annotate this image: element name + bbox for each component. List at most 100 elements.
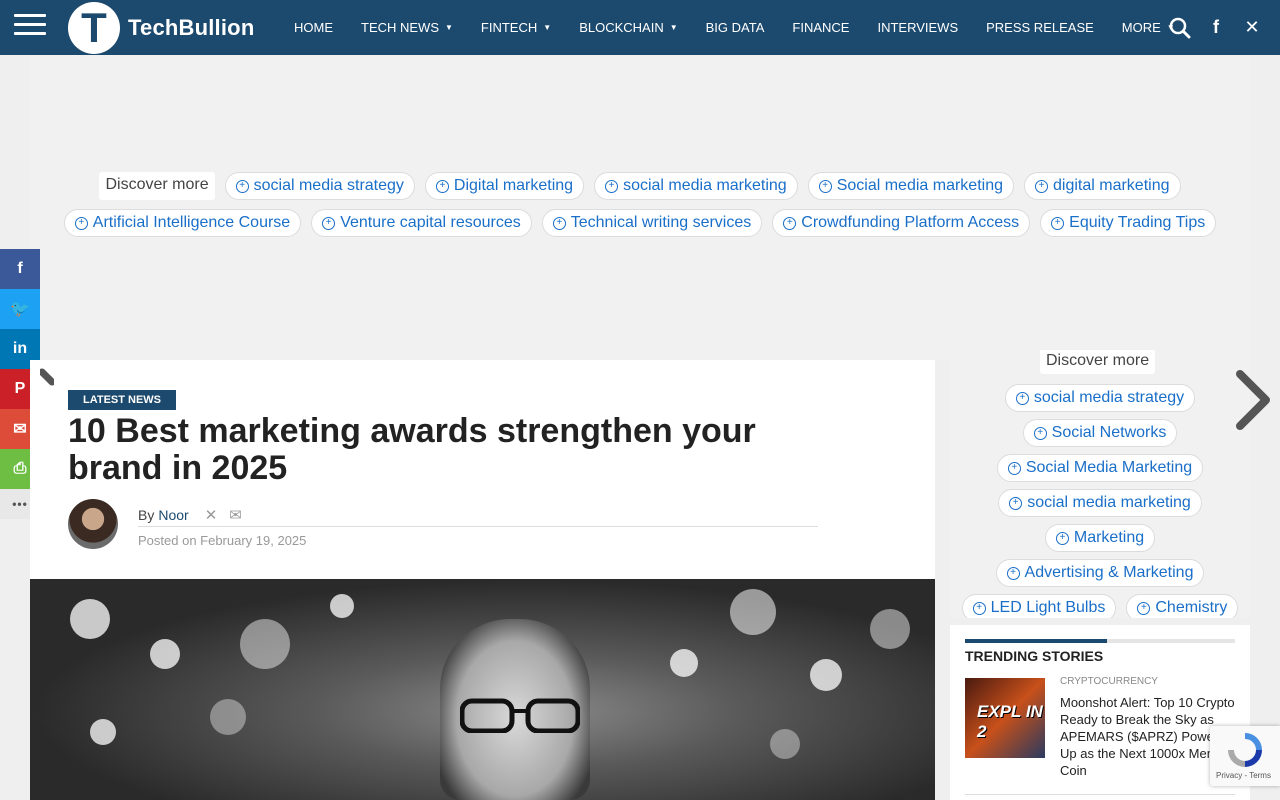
by-label: By (138, 506, 155, 523)
plus-circle-icon: + (1051, 216, 1065, 230)
ad-topic-chip[interactable]: + social media strategy (1004, 384, 1196, 412)
plus-circle-icon: + (972, 601, 986, 615)
chip-label: Social media marketing (836, 177, 1003, 194)
glasses-graphic (460, 698, 580, 733)
chip-label: Digital marketing (453, 177, 574, 194)
ad-topic-chip[interactable]: + Social media marketing (807, 172, 1014, 200)
nav-item-big-data[interactable]: BIG DATA (692, 20, 779, 35)
ad-topic-chip[interactable]: + social media marketing (998, 489, 1202, 517)
chip-label: social media marketing (1027, 494, 1191, 511)
chevron-down-icon: ▼ (543, 23, 552, 32)
email-share-icon[interactable]: ✉ (229, 506, 242, 524)
sidebar-chip-row: + Social Media Marketing (950, 454, 1250, 482)
chevron-down-icon: ▼ (669, 23, 678, 32)
plus-circle-icon: + (818, 179, 832, 193)
chip-label: Chemistry (1155, 599, 1228, 616)
ad-topic-chip[interactable]: + Artificial Intelligence Course (63, 209, 302, 237)
search-icon[interactable] (1162, 17, 1198, 39)
plus-circle-icon: + (435, 179, 449, 193)
trending-thumbnail[interactable]: EXPL IN 2 (965, 678, 1045, 758)
plus-circle-icon: + (322, 216, 336, 230)
chip-label: Social Networks (1051, 424, 1167, 441)
chip-label: social media marketing (623, 177, 787, 194)
nav-item-press-release[interactable]: PRESS RELEASE (972, 20, 1108, 35)
ad-topic-chip[interactable]: + Social Networks (1022, 419, 1178, 447)
sidebar-chip-row: + social media strategy (950, 384, 1250, 412)
ad-topic-chip[interactable]: + LED Light Bulbs (961, 594, 1117, 618)
plus-circle-icon: + (1137, 601, 1151, 615)
ad-topic-chip[interactable]: + Marketing (1044, 524, 1156, 552)
ad-topic-chip[interactable]: + Crowdfunding Platform Access (772, 209, 1031, 237)
ad-chip-row-2: + Artificial Intelligence Course + Venture … (0, 209, 1280, 237)
nav-item-finance[interactable]: FINANCE (778, 20, 863, 35)
ad-topic-chip[interactable]: + Digital marketing (424, 172, 585, 200)
ad-topic-chip[interactable]: + Venture capital resources (311, 209, 532, 237)
nav-item-interviews[interactable]: INTERVIEWS (863, 20, 972, 35)
site-logo[interactable]: T TechBullion (68, 2, 254, 54)
plus-circle-icon: + (74, 216, 88, 230)
next-article-arrow-icon[interactable] (1232, 368, 1272, 432)
trending-underline (965, 639, 1235, 643)
sidebar-chip-row: + Social Networks (950, 419, 1250, 447)
ad-topic-chip[interactable]: + Technical writing services (541, 209, 763, 237)
chip-label: Equity Trading Tips (1069, 214, 1206, 231)
nav-item-tech-news[interactable]: TECH NEWS ▼ (347, 20, 467, 35)
trending-headline[interactable]: Moonshot Alert: Top 10 Crypto Ready to B… (1060, 694, 1235, 779)
logo-text: TechBullion (128, 15, 255, 40)
trending-category[interactable]: CRYPTOCURRENCY (1060, 676, 1158, 687)
ad-topic-chip[interactable]: + social media marketing (594, 172, 798, 200)
byline: By Noor ✕ ✉ (138, 503, 818, 527)
facebook-icon[interactable]: f (1198, 17, 1234, 38)
recaptcha-icon (1228, 733, 1262, 767)
sidebar-chip-row: + Marketing (950, 524, 1250, 552)
trending-heading: TRENDING STORIES (965, 648, 1104, 664)
author-link[interactable]: Noor (158, 507, 188, 523)
chip-label: Technical writing services (570, 214, 752, 231)
ad-topic-chip[interactable]: + social media strategy (224, 172, 415, 200)
chip-label: digital marketing (1053, 177, 1170, 194)
article-card: LATEST NEWS 10 Best marketing awards str… (30, 360, 935, 800)
nav-item-home[interactable]: HOME (280, 20, 347, 35)
author-avatar[interactable] (68, 499, 118, 549)
plus-circle-icon: + (1006, 566, 1020, 580)
nav-item-label: HOME (294, 20, 333, 35)
sidebar-ad: Discover more + social media strategy + Soci… (950, 350, 1250, 618)
nav-item-label: MORE (1121, 20, 1161, 35)
hamburger-menu-icon[interactable] (14, 14, 46, 38)
nav-item-label: INTERVIEWS (877, 20, 959, 35)
article-title: 10 Best marketing awards strengthen your… (68, 412, 756, 487)
ad-topic-chip[interactable]: + digital marketing (1024, 172, 1181, 200)
category-badge[interactable]: LATEST NEWS (68, 390, 177, 410)
nav-item-label: BIG DATA (705, 20, 765, 35)
discover-more-label: Discover more (99, 172, 215, 200)
chip-label: Artificial Intelligence Course (92, 214, 291, 231)
nav-item-label: FINTECH (480, 20, 538, 35)
plus-circle-icon: + (552, 216, 566, 230)
sidebar-chip-row: + Advertising & Marketing (950, 559, 1250, 587)
nav-item-fintech[interactable]: FINTECH ▼ (467, 20, 565, 35)
hero-image (30, 579, 935, 800)
twitter-share-icon[interactable]: 🐦 (0, 289, 40, 329)
plus-circle-icon: + (1009, 496, 1023, 510)
ad-topic-chip[interactable]: + Social Media Marketing (996, 454, 1204, 482)
prev-article-arrow-icon[interactable] (40, 368, 54, 432)
main-nav: HOME TECH NEWS ▼ FINTECH ▼ BLOCKCHAIN ▼ BIG DAT… (280, 0, 1189, 55)
ad-topic-chip[interactable]: + Advertising & Marketing (995, 559, 1205, 587)
plus-circle-icon: + (1015, 391, 1029, 405)
posted-date: Posted on February 19, 2025 (138, 533, 307, 548)
x-share-icon[interactable]: ✕ (205, 506, 218, 524)
recaptcha-links[interactable]: Privacy - Terms (1216, 771, 1271, 780)
nav-item-blockchain[interactable]: BLOCKCHAIN ▼ (565, 20, 691, 35)
nav-item-label: PRESS RELEASE (986, 20, 1094, 35)
recaptcha-badge[interactable]: Privacy - Terms (1210, 726, 1280, 786)
nav-item-label: BLOCKCHAIN (579, 20, 664, 35)
plus-circle-icon: + (1035, 179, 1048, 193)
plus-circle-icon: + (235, 179, 249, 193)
ad-topic-chip[interactable]: + Equity Trading Tips (1040, 209, 1217, 237)
x-icon[interactable]: ✕ (1234, 17, 1270, 38)
logo-mark: T (68, 2, 120, 54)
discover-more-label: Discover more (1040, 350, 1156, 374)
chip-label: Venture capital resources (340, 214, 521, 231)
ad-topic-chip[interactable]: + Chemistry (1126, 594, 1239, 618)
facebook-share-icon[interactable]: f (0, 249, 40, 289)
